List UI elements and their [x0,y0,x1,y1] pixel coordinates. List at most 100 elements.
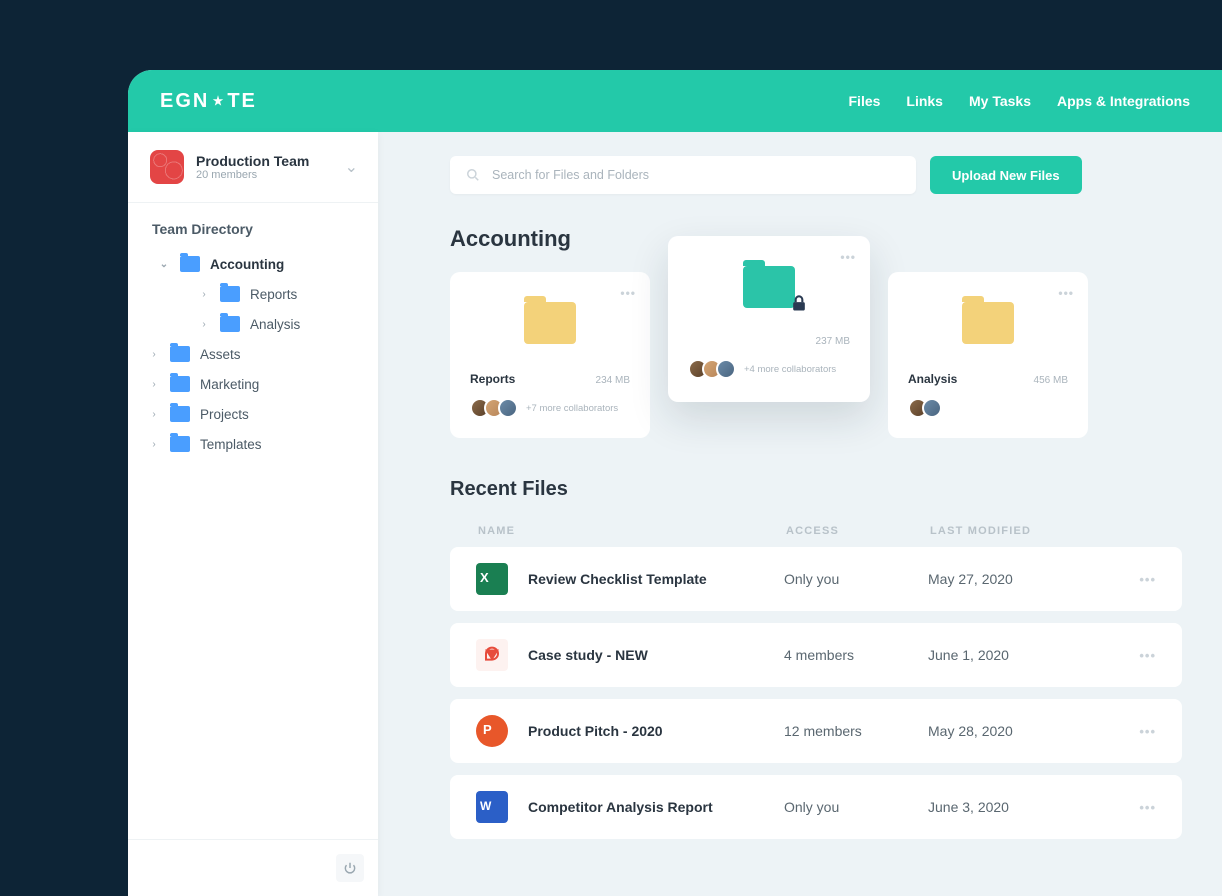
file-row[interactable]: Product Pitch - 2020 12 members May 28, … [450,699,1182,763]
nav-links[interactable]: Links [906,93,943,109]
chevron-right-icon: › [148,409,160,420]
power-button[interactable] [336,854,364,882]
tree-item-analysis[interactable]: › Analysis [140,309,366,339]
folder-icon [220,316,240,332]
row-menu-button[interactable]: ••• [1139,648,1156,663]
upload-new-files-button[interactable]: Upload New Files [930,156,1082,194]
brand-text-2: TE [227,90,257,113]
search-box[interactable] [450,156,916,194]
tree-item-accounting[interactable]: ⌄ Accounting [140,249,366,279]
team-logo-icon [150,150,184,184]
folder-icon [180,256,200,272]
search-input[interactable] [492,168,900,182]
tree-item-marketing[interactable]: › Marketing [140,369,366,399]
excel-icon [476,563,508,595]
collaborator-avatars [470,398,518,418]
row-menu-button[interactable]: ••• [1139,724,1156,739]
column-modified: LAST MODIFIED [930,525,1110,537]
recent-files-title: Recent Files [450,478,1182,501]
team-name: Production Team [196,153,309,169]
file-row[interactable]: Case study - NEW 4 members June 1, 2020 … [450,623,1182,687]
tree-label: Reports [250,287,297,302]
folder-cards: ••• Reports 234 MB +7 more collaborators [450,272,1182,438]
file-access: 12 members [784,723,928,739]
collaborator-count: +7 more collaborators [526,403,618,414]
powerpoint-icon [476,715,508,747]
collaborator-avatars [688,359,736,379]
column-access: ACCESS [786,525,930,537]
brand-logo: EGN TE [160,90,257,113]
row-menu-button[interactable]: ••• [1139,572,1156,587]
folder-card-locked[interactable]: ••• 237 MB +4 more collaborators [668,236,870,402]
search-icon [466,168,480,182]
folder-icon [524,302,576,344]
search-row: Upload New Files [450,156,1182,194]
sidebar: Production Team 20 members ⌄ Team Direct… [128,132,378,896]
chevron-down-icon: ⌄ [158,259,170,270]
chevron-down-icon: ⌄ [345,157,358,177]
brand-text: EGN [160,90,209,113]
collaborator-avatars [908,398,942,418]
file-access: Only you [784,571,928,587]
card-title: Reports [470,372,515,386]
top-nav: Files Links My Tasks Apps & Integrations [849,93,1191,109]
sidebar-section-label: Team Directory [128,203,378,249]
folder-icon [170,346,190,362]
nav-apps-integrations[interactable]: Apps & Integrations [1057,93,1190,109]
folder-icon [220,286,240,302]
team-member-count: 20 members [196,169,309,181]
file-modified: June 3, 2020 [928,799,1108,815]
folder-card-analysis[interactable]: ••• Analysis 456 MB [888,272,1088,438]
table-header: NAME ACCESS LAST MODIFIED [450,515,1182,547]
tree-item-assets[interactable]: › Assets [140,339,366,369]
card-menu-button[interactable]: ••• [840,250,856,264]
file-modified: June 1, 2020 [928,647,1108,663]
tree-label: Projects [200,407,249,422]
folder-icon [743,266,795,308]
tree-label: Accounting [210,257,284,272]
file-name: Review Checklist Template [528,571,784,587]
brand-star-icon [211,94,225,108]
chevron-right-icon: › [148,379,160,390]
chevron-right-icon: › [148,439,160,450]
team-switcher[interactable]: Production Team 20 members ⌄ [128,132,378,202]
lock-icon [789,292,809,314]
nav-my-tasks[interactable]: My Tasks [969,93,1031,109]
main-content: Upload New Files Accounting ••• Reports … [378,132,1222,896]
chevron-right-icon: › [198,289,210,300]
tree-item-reports[interactable]: › Reports [140,279,366,309]
tree-label: Templates [200,437,262,452]
folder-card-reports[interactable]: ••• Reports 234 MB +7 more collaborators [450,272,650,438]
sidebar-footer [128,839,378,896]
tree-label: Analysis [250,317,300,332]
card-menu-button[interactable]: ••• [620,286,636,300]
topbar: EGN TE Files Links My Tasks Apps & Integ… [128,70,1222,132]
tree-item-projects[interactable]: › Projects [140,399,366,429]
file-name: Competitor Analysis Report [528,799,784,815]
file-name: Case study - NEW [528,647,784,663]
card-title: Analysis [908,372,957,386]
avatar [498,398,518,418]
folder-icon [170,436,190,452]
power-icon [343,861,357,875]
folder-icon [170,406,190,422]
folder-icon [962,302,1014,344]
card-size: 234 MB [596,375,630,386]
card-size: 456 MB [1034,375,1068,386]
card-menu-button[interactable]: ••• [1058,286,1074,300]
tree-label: Marketing [200,377,259,392]
file-access: 4 members [784,647,928,663]
column-name: NAME [478,525,786,537]
row-menu-button[interactable]: ••• [1139,800,1156,815]
file-name: Product Pitch - 2020 [528,723,784,739]
card-size: 237 MB [816,336,850,347]
file-row[interactable]: Review Checklist Template Only you May 2… [450,547,1182,611]
app-window: EGN TE Files Links My Tasks Apps & Integ… [128,70,1222,896]
collaborator-count: +4 more collaborators [744,364,836,375]
nav-files[interactable]: Files [849,93,881,109]
avatar [716,359,736,379]
file-row[interactable]: Competitor Analysis Report Only you June… [450,775,1182,839]
chevron-right-icon: › [198,319,210,330]
file-modified: May 27, 2020 [928,571,1108,587]
tree-item-templates[interactable]: › Templates [140,429,366,459]
